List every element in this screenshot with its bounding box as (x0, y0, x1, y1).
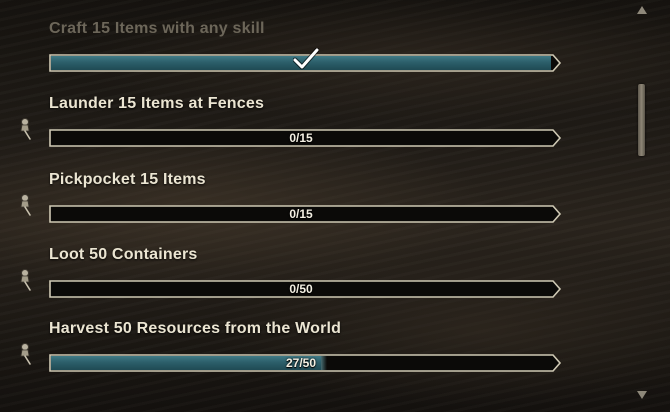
objective-title: Loot 50 Containers (49, 246, 198, 263)
objective-entry: Pickpocket 15 Items 0/15 (0, 171, 600, 241)
pushpin-icon[interactable] (16, 193, 38, 217)
pushpin-icon[interactable] (16, 268, 38, 292)
objective-entry: Loot 50 Containers 0/50 (0, 246, 600, 316)
objective-entry: Harvest 50 Resources from the World 27/5… (0, 320, 600, 390)
objective-entry: Craft 15 Items with any skill (0, 20, 600, 90)
scroll-up-arrow-icon[interactable] (636, 5, 648, 15)
pushpin-icon[interactable] (16, 342, 38, 366)
progress-text: 0/50 (289, 282, 313, 296)
progress-text: 0/15 (289, 131, 313, 145)
objective-list: Craft 15 Items with any skill Launder 15… (0, 0, 600, 412)
progress-bar: 0/15 (49, 205, 562, 223)
progress-bar: 0/50 (49, 280, 562, 298)
progress-bar: 27/50 (49, 354, 562, 372)
scroll-thumb[interactable] (638, 84, 645, 156)
objective-title: Pickpocket 15 Items (49, 171, 206, 188)
progress-bar (49, 48, 562, 72)
objective-title: Craft 15 Items with any skill (49, 20, 265, 37)
progress-text: 27/50 (285, 356, 317, 370)
scroll-down-arrow-icon[interactable] (636, 390, 648, 400)
scrollbar[interactable] (630, 0, 654, 412)
pushpin-icon[interactable] (16, 117, 38, 141)
progress-text: 0/15 (289, 207, 313, 221)
progress-bar: 0/15 (49, 129, 562, 147)
objective-entry: Launder 15 Items at Fences 0/15 (0, 95, 600, 165)
checkmark-icon (293, 48, 319, 70)
objective-title: Harvest 50 Resources from the World (49, 320, 342, 337)
objective-title: Launder 15 Items at Fences (49, 95, 265, 112)
